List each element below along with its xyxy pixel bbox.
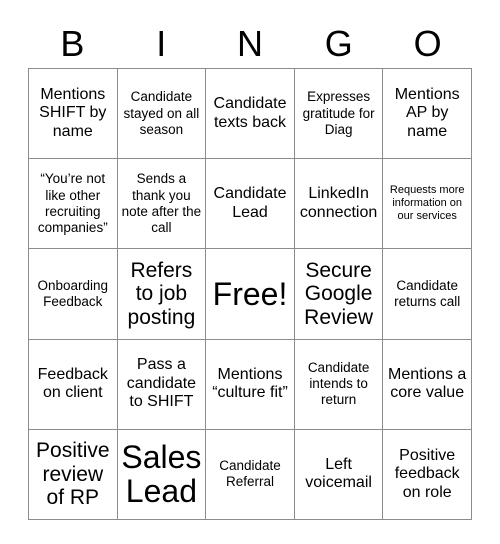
bingo-cell[interactable]: Candidate intends to return bbox=[294, 339, 384, 430]
bingo-cell-label: Candidate Referral bbox=[219, 458, 281, 490]
bingo-cell[interactable]: Expresses gratitude for Diag bbox=[294, 69, 384, 160]
bingo-cell-label: Expresses gratitude for Diag bbox=[302, 89, 375, 137]
bingo-cell-label: Positive feedback on role bbox=[394, 446, 460, 501]
bingo-cell-label: Mentions a core value bbox=[388, 365, 467, 402]
bingo-card: B I N G O Mentions SHIFT by name Candida… bbox=[0, 0, 500, 544]
header-letter-o: O bbox=[413, 23, 442, 64]
bingo-cell-label: LinkedIn connection bbox=[299, 185, 378, 221]
bingo-cell-label: Sales Lead bbox=[121, 438, 202, 510]
bingo-cell[interactable]: Positive review of RP bbox=[29, 429, 118, 520]
bingo-cell[interactable]: Sales Lead bbox=[117, 429, 207, 520]
bingo-cell-label: Left voicemail bbox=[305, 455, 372, 492]
bingo-grid: Mentions SHIFT by name Candidate stayed … bbox=[28, 68, 472, 520]
bingo-cell[interactable]: Secure Google Review bbox=[294, 249, 384, 340]
bingo-cell-label: Sends a thank you note after the call bbox=[121, 171, 202, 235]
bingo-cell[interactable]: Candidate Referral bbox=[206, 429, 295, 520]
bingo-cell-label: Mentions “culture fit” bbox=[212, 365, 288, 402]
bingo-cell-label: “You’re not like other recruiting compan… bbox=[37, 171, 108, 235]
bingo-cell[interactable]: Left voicemail bbox=[294, 429, 384, 520]
bingo-cell[interactable]: Onboarding Feedback bbox=[29, 249, 118, 340]
bingo-cell-label: Mentions AP by name bbox=[394, 85, 460, 140]
bingo-cell[interactable]: Mentions SHIFT by name bbox=[29, 69, 118, 160]
bingo-header: B I N G O bbox=[28, 20, 472, 68]
bingo-cell-label: Onboarding Feedback bbox=[37, 277, 109, 309]
bingo-cell[interactable]: Candidate returns call bbox=[383, 249, 472, 340]
bingo-cell[interactable]: Sends a thank you note after the call bbox=[117, 159, 207, 250]
bingo-cell[interactable]: Requests more information on our service… bbox=[383, 159, 472, 250]
header-letter-b: B bbox=[60, 23, 85, 64]
bingo-cell-label: Candidate returns call bbox=[394, 277, 461, 309]
bingo-cell-label: Mentions SHIFT by name bbox=[39, 85, 107, 140]
bingo-cell[interactable]: Candidate stayed on all season bbox=[117, 69, 207, 160]
bingo-cell-label: Feedback on client bbox=[37, 365, 108, 402]
bingo-cell[interactable]: Positive feedback on role bbox=[383, 429, 472, 520]
bingo-cell[interactable]: Mentions a core value bbox=[383, 339, 472, 430]
bingo-cell-label: Candidate intends to return bbox=[307, 359, 370, 408]
bingo-cell[interactable]: LinkedIn connection bbox=[294, 159, 384, 250]
bingo-cell-free[interactable]: Free! bbox=[206, 249, 295, 340]
bingo-cell-label: Requests more information on our service… bbox=[389, 183, 465, 223]
bingo-cell-label: Candidate stayed on all season bbox=[123, 89, 200, 137]
bingo-cell[interactable]: “You’re not like other recruiting compan… bbox=[29, 159, 118, 250]
bingo-cell[interactable]: Pass a candidate to SHIFT bbox=[117, 339, 207, 430]
bingo-cell[interactable]: Feedback on client bbox=[29, 339, 118, 430]
bingo-cell[interactable]: Candidate texts back bbox=[206, 69, 295, 160]
bingo-cell-label: Pass a candidate to SHIFT bbox=[126, 356, 197, 411]
header-letter-g: G bbox=[324, 23, 353, 64]
bingo-cell-label: Secure Google Review bbox=[304, 258, 374, 329]
bingo-cell-label: Free! bbox=[212, 275, 288, 312]
bingo-cell[interactable]: Candidate Lead bbox=[206, 159, 295, 250]
bingo-cell[interactable]: Refers to job posting bbox=[117, 249, 207, 340]
header-letter-n: N bbox=[236, 23, 263, 64]
header-letter-i: I bbox=[156, 23, 167, 64]
bingo-cell[interactable]: Mentions AP by name bbox=[383, 69, 472, 160]
bingo-cell-label: Positive review of RP bbox=[36, 439, 110, 510]
bingo-cell[interactable]: Mentions “culture fit” bbox=[206, 339, 295, 430]
bingo-cell-label: Candidate Lead bbox=[213, 185, 287, 221]
bingo-cell-label: Refers to job posting bbox=[127, 258, 196, 329]
bingo-cell-label: Candidate texts back bbox=[213, 95, 287, 131]
